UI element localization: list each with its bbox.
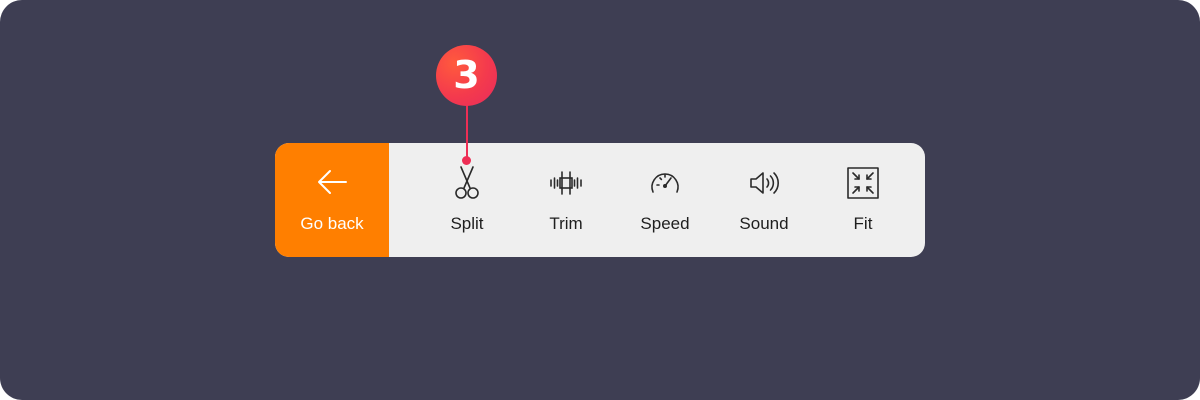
- split-label: Split: [450, 214, 484, 233]
- go-back-button[interactable]: Go back: [275, 143, 389, 257]
- go-back-label: Go back: [300, 214, 364, 233]
- scissors-icon: [455, 166, 479, 199]
- callout-dot: [462, 156, 471, 165]
- edit-toolbar: Go back Split Trim Speed Sound Fit: [275, 143, 925, 257]
- sound-label: Sound: [739, 214, 789, 233]
- callout-line: [466, 101, 468, 159]
- arrow-left-icon: [318, 170, 347, 194]
- trim-label: Trim: [549, 214, 583, 233]
- trim-button[interactable]: Trim: [521, 143, 611, 257]
- canvas-background: Go back Split Trim Speed Sound Fit 3: [0, 0, 1200, 400]
- speaker-icon: [750, 172, 779, 194]
- step-number-badge: 3: [436, 45, 497, 106]
- speed-label: Speed: [640, 214, 690, 233]
- trim-icon: [550, 171, 582, 195]
- fit-button[interactable]: Fit: [818, 143, 908, 257]
- sound-button[interactable]: Sound: [719, 143, 809, 257]
- fit-screen-icon: [847, 167, 879, 199]
- fit-label: Fit: [853, 214, 873, 233]
- speed-button[interactable]: Speed: [620, 143, 710, 257]
- speedometer-icon: [651, 173, 679, 193]
